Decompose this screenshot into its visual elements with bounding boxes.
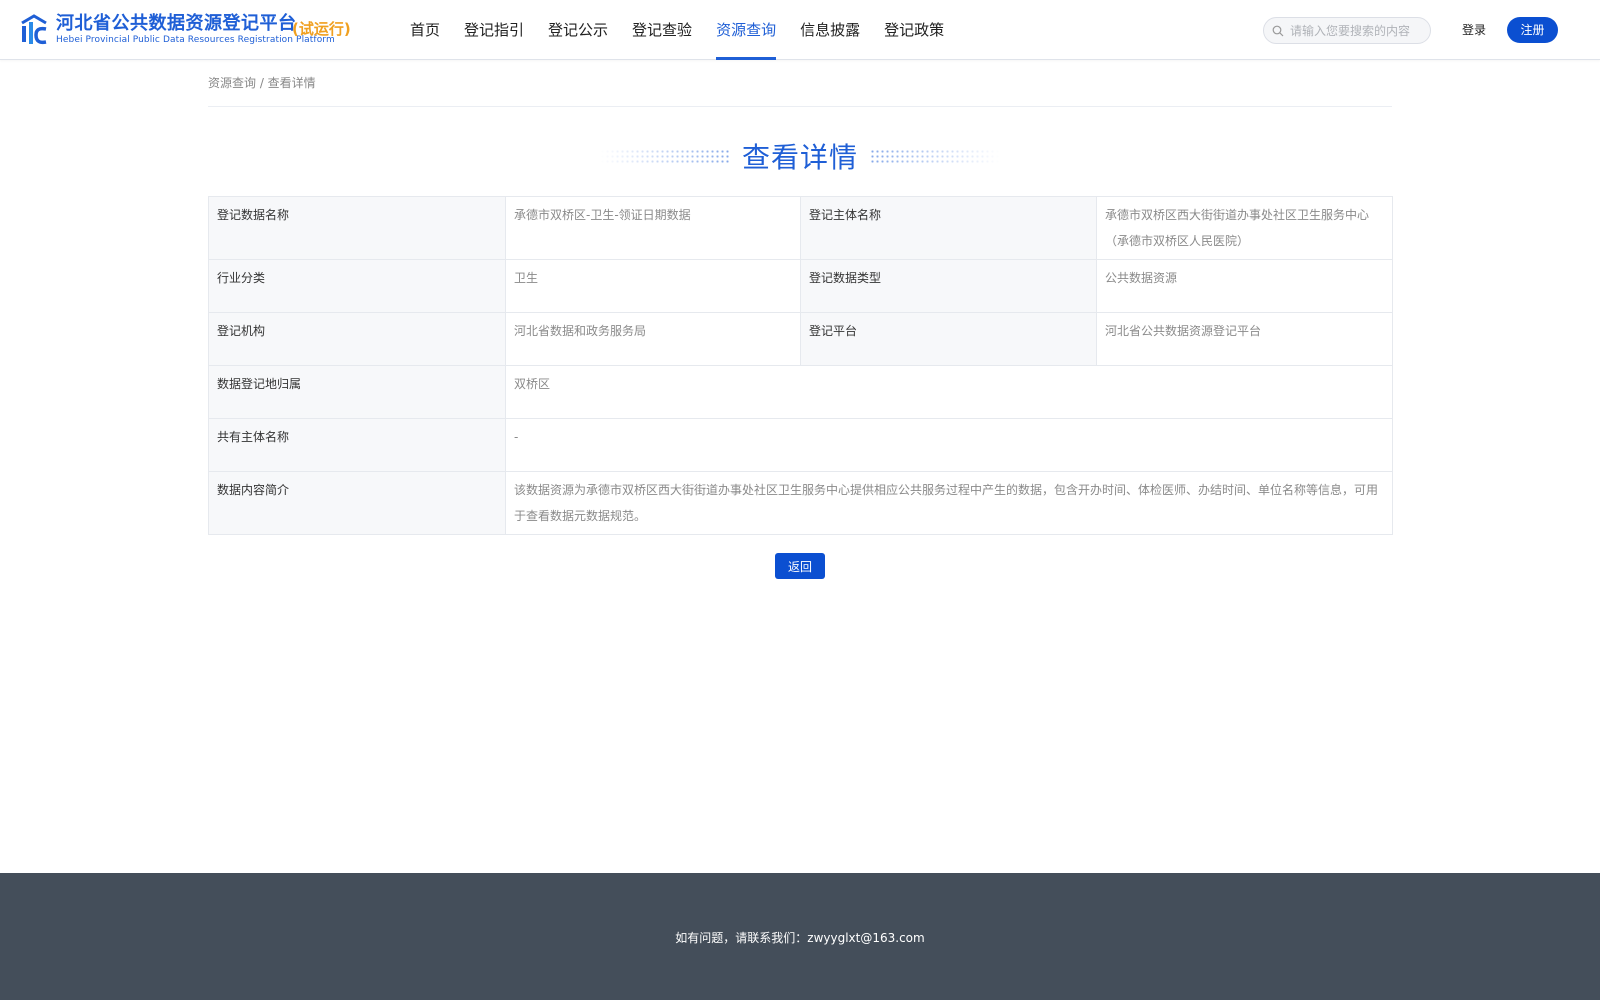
nav-item-resource-query[interactable]: 资源查询: [716, 0, 777, 60]
field-label: 登记数据类型: [800, 259, 1097, 313]
field-label: 登记机构: [208, 312, 506, 366]
back-button[interactable]: 返回: [775, 553, 825, 579]
trial-badge: (试运行): [292, 20, 351, 38]
nav-item-home[interactable]: 首页: [410, 0, 440, 60]
table-row: 登记机构 河北省数据和政务服务局 登记平台 河北省公共数据资源登记平台: [208, 312, 1393, 366]
footer-contact: 如有问题，请联系我们：zwyyglxt@163.com: [675, 931, 925, 945]
field-label: 登记数据名称: [208, 196, 506, 260]
field-value: 承德市双桥区-卫生-领证日期数据: [505, 196, 801, 260]
field-value: 河北省公共数据资源登记平台: [1096, 312, 1393, 366]
page-footer: 如有问题，请联系我们：zwyyglxt@163.com: [0, 873, 1600, 1000]
field-value: -: [505, 418, 1393, 472]
main-nav: 首页 登记指引 登记公示 登记查验 资源查询 信息披露 登记政策: [410, 0, 968, 60]
field-label: 数据登记地归属: [208, 365, 506, 419]
field-value: 该数据资源为承德市双桥区西大街街道办事处社区卫生服务中心提供相应公共服务过程中产…: [505, 471, 1393, 535]
table-row: 行业分类 卫生 登记数据类型 公共数据资源: [208, 259, 1393, 313]
field-value: 双桥区: [505, 365, 1393, 419]
search-input[interactable]: [1290, 23, 1420, 38]
field-value: 承德市双桥区西大街街道办事处社区卫生服务中心（承德市双桥区人民医院）: [1096, 196, 1393, 260]
site-logo[interactable]: 河北省公共数据资源登记平台 Hebei Provincial Public Da…: [18, 11, 335, 49]
nav-item-disclosure[interactable]: 信息披露: [800, 0, 860, 60]
nav-item-verification[interactable]: 登记查验: [632, 0, 692, 60]
detail-table: 登记数据名称 承德市双桥区-卫生-领证日期数据 登记主体名称 承德市双桥区西大街…: [208, 196, 1393, 535]
nav-item-guide[interactable]: 登记指引: [464, 0, 524, 60]
table-row: 共有主体名称 -: [208, 418, 1393, 472]
field-label: 共有主体名称: [208, 418, 506, 472]
breadcrumb[interactable]: 资源查询 / 查看详情: [208, 74, 316, 91]
field-value: 公共数据资源: [1096, 259, 1393, 313]
field-label: 登记主体名称: [800, 196, 1097, 260]
nav-item-policy[interactable]: 登记政策: [884, 0, 944, 60]
field-value: 卫生: [505, 259, 801, 313]
page-title: 查看详情: [741, 141, 858, 174]
table-row: 数据登记地归属 双桥区: [208, 365, 1393, 419]
nav-item-publicity[interactable]: 登记公示: [548, 0, 608, 60]
field-label: 登记平台: [800, 312, 1097, 366]
logo-mark-icon: [21, 14, 47, 45]
table-row: 数据内容简介 该数据资源为承德市双桥区西大街街道办事处社区卫生服务中心提供相应公…: [208, 471, 1393, 535]
table-row: 登记数据名称 承德市双桥区-卫生-领证日期数据 登记主体名称 承德市双桥区西大街…: [208, 196, 1393, 260]
top-header: 河北省公共数据资源登记平台 Hebei Provincial Public Da…: [0, 0, 1600, 60]
breadcrumb-divider: [208, 106, 1392, 107]
search-icon: [1272, 25, 1284, 36]
register-button[interactable]: 注册: [1507, 17, 1558, 43]
search-box[interactable]: [1263, 17, 1431, 44]
field-value: 河北省数据和政务服务局: [505, 312, 801, 366]
title-decoration-right: [870, 149, 1000, 165]
login-link[interactable]: 登录: [1462, 21, 1486, 38]
field-label: 数据内容简介: [208, 471, 506, 535]
field-label: 行业分类: [208, 259, 506, 313]
